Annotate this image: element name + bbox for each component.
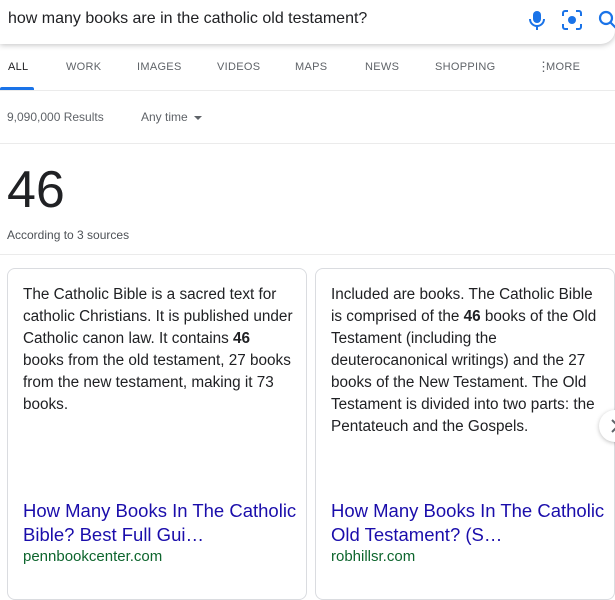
- tab-news[interactable]: NEWS: [365, 61, 399, 73]
- lens-icon[interactable]: [560, 8, 584, 32]
- chevron-right-icon: [607, 418, 615, 434]
- answer-sources: According to 3 sources: [7, 228, 129, 242]
- time-filter-label: Any time: [141, 110, 188, 124]
- search-tabs: ALL WORK IMAGES VIDEOS MAPS NEWS SHOPPIN…: [0, 44, 615, 91]
- source-card[interactable]: The Catholic Bible is a sacred text for …: [7, 268, 307, 600]
- tab-more[interactable]: MORE: [546, 61, 580, 73]
- featured-answer: 46 According to 3 sources: [0, 144, 615, 255]
- search-icon[interactable]: [597, 8, 615, 32]
- source-snippet: Included are books. The Catholic Bible i…: [331, 284, 601, 438]
- source-title-link[interactable]: How Many Books In The Catholic Old Testa…: [331, 499, 606, 547]
- tab-work[interactable]: WORK: [66, 61, 101, 73]
- tab-maps[interactable]: MAPS: [295, 61, 327, 73]
- tab-images[interactable]: IMAGES: [137, 61, 182, 73]
- mic-icon[interactable]: [526, 8, 548, 32]
- snippet-highlight: 46: [233, 330, 250, 347]
- caret-down-icon: [194, 116, 202, 120]
- search-bar[interactable]: how many books are in the catholic old t…: [0, 0, 615, 44]
- search-query[interactable]: how many books are in the catholic old t…: [8, 10, 367, 28]
- source-snippet: The Catholic Bible is a sacred text for …: [23, 284, 293, 416]
- result-stats-bar: 9,090,000 Results Any time: [0, 90, 615, 144]
- time-filter-dropdown[interactable]: Any time: [141, 110, 202, 124]
- tab-videos[interactable]: VIDEOS: [217, 61, 260, 73]
- source-domain: pennbookcenter.com: [23, 548, 162, 565]
- snippet-highlight: 46: [464, 308, 481, 325]
- answer-value: 46: [7, 162, 65, 218]
- source-domain: robhillsr.com: [331, 548, 415, 565]
- source-card[interactable]: Included are books. The Catholic Bible i…: [315, 268, 615, 600]
- tab-all[interactable]: ALL: [8, 61, 28, 73]
- result-count: 9,090,000 Results: [7, 110, 104, 124]
- source-title-link[interactable]: How Many Books In The Catholic Bible? Be…: [23, 499, 298, 547]
- tab-shopping[interactable]: SHOPPING: [435, 61, 495, 73]
